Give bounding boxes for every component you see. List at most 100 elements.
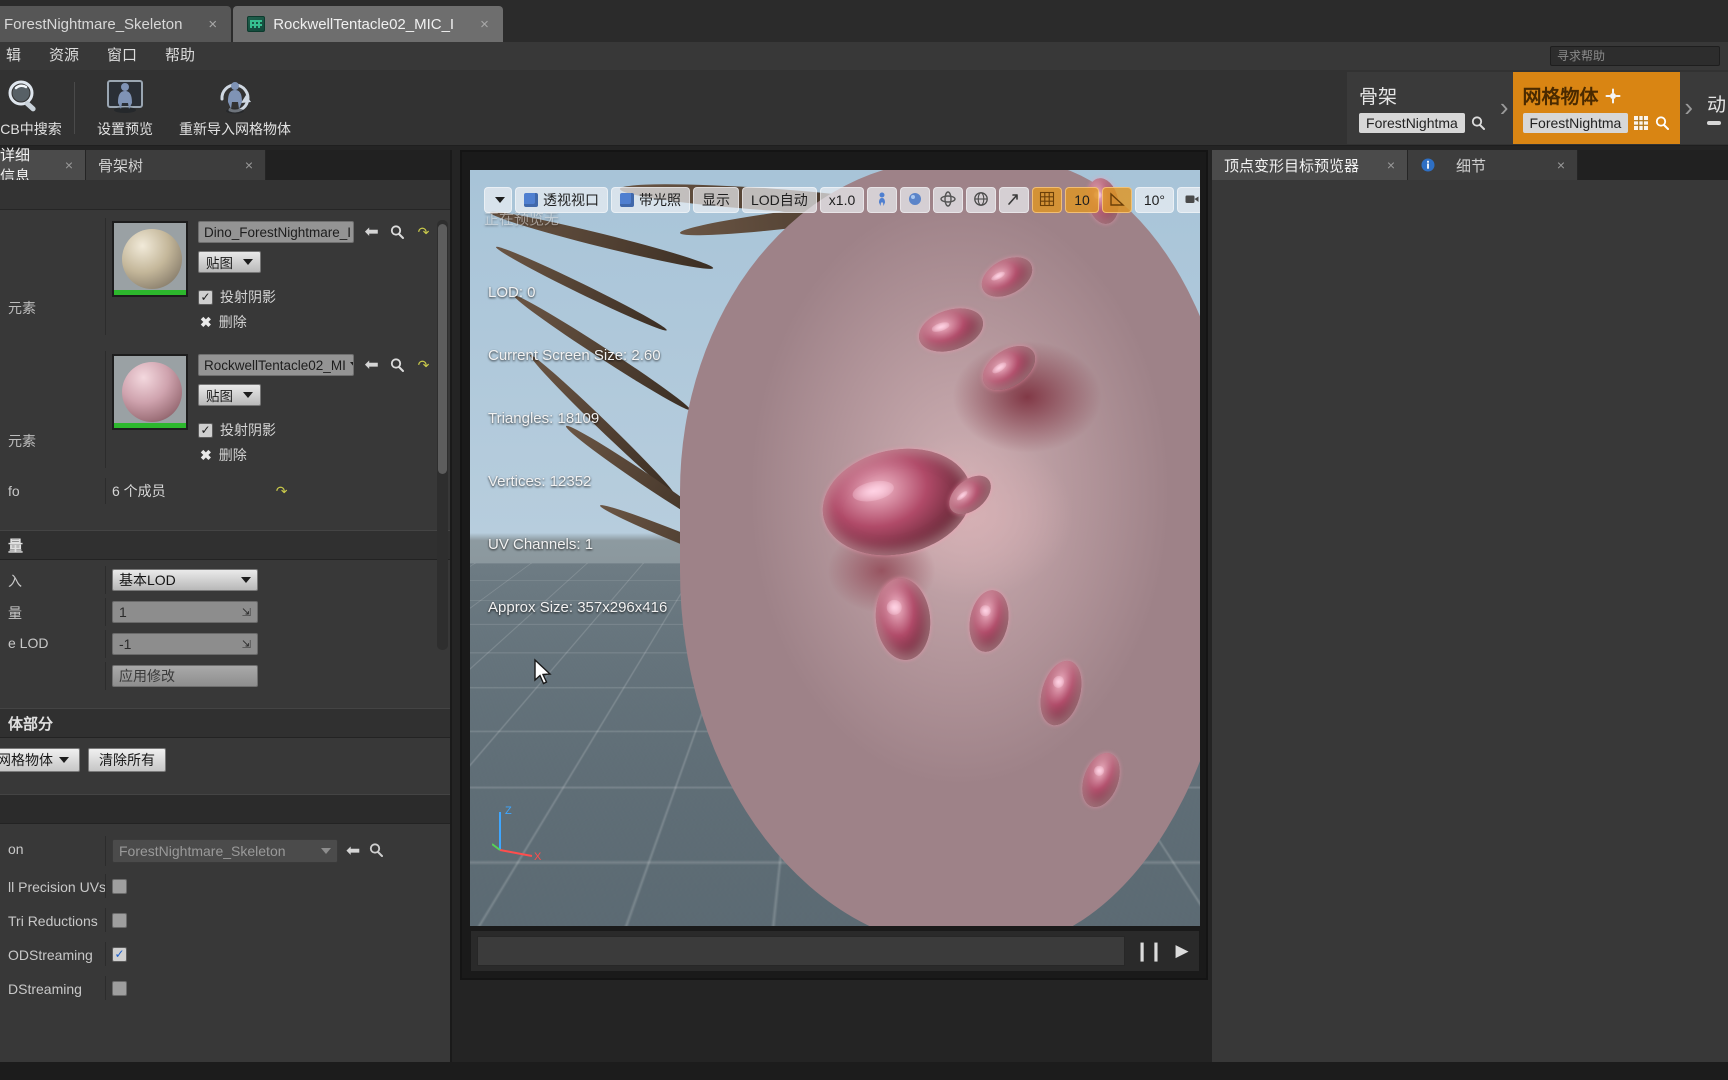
lod-count-input[interactable]: 1 ⇲ [112, 601, 258, 623]
lod-auto-button[interactable]: LOD自动 [742, 187, 817, 213]
toolbar-group-asset: 在CB中搜索 设置预览 [0, 72, 299, 144]
clear-all-button[interactable]: 清除所有 [88, 748, 166, 772]
find-in-cb-button[interactable]: 在CB中搜索 [0, 72, 70, 144]
reset-to-default-icon[interactable]: ↷ [418, 357, 430, 373]
pause-button[interactable]: ❙❙ [1131, 930, 1165, 972]
set-preview-button[interactable]: 设置预览 [79, 72, 171, 144]
menu-item-help[interactable]: 帮助 [151, 42, 209, 70]
close-icon[interactable]: × [65, 157, 73, 173]
material-thumbnail-flesh[interactable] [112, 354, 188, 430]
viewport-3d-canvas[interactable]: 透视视口 带光照 显示 LOD自动 x1.0 10 10° 正在预览无 LOD:… [470, 170, 1200, 926]
browse-asset-icon[interactable] [368, 842, 384, 860]
creature-pod [975, 249, 1039, 305]
close-icon[interactable]: × [480, 16, 489, 33]
menu-item-window[interactable]: 窗口 [93, 42, 151, 70]
browse-asset-icon[interactable] [389, 224, 409, 241]
breadcrumb-item-skeleton[interactable]: 骨架 ForestNightma [1349, 72, 1496, 144]
min-lod-value: -1 ⇲ [105, 630, 450, 658]
d-streaming-checkbox[interactable]: ✓ [112, 980, 127, 996]
tab-morph-target-previewer[interactable]: 顶点变形目标预览器 × [1212, 150, 1408, 180]
use-selected-asset-icon[interactable]: ⬅ [364, 355, 378, 374]
angle-snap-value[interactable]: 10° [1134, 187, 1175, 213]
skeleton-asset-field[interactable]: ForestNightmare_Skeleton [112, 839, 338, 863]
main-toolbar: 在CB中搜索 设置预览 [0, 70, 1728, 146]
texture-button-label: 贴图 [206, 256, 233, 271]
texture-browse-button-1[interactable]: 贴图 [198, 384, 261, 406]
lod-streaming-checkbox[interactable]: ✓ [112, 946, 127, 962]
lod-count-value: 1 ⇲ [105, 598, 450, 626]
creature-pod [974, 336, 1044, 400]
character-preview-button[interactable] [867, 187, 898, 213]
breadcrumb-item-mesh[interactable]: 网格物体 ForestNightma [1512, 71, 1681, 144]
tab-details[interactable]: 详细信息 × [0, 147, 86, 185]
transform-button[interactable] [999, 187, 1030, 213]
reimport-mesh-button[interactable]: 重新导入网格物体 [171, 72, 299, 144]
menu-item-edit[interactable]: 辑 [0, 42, 35, 70]
material-asset-combo-0[interactable]: Dino_ForestNightmare_I [198, 221, 354, 243]
texture-browse-button-0[interactable]: 贴图 [198, 251, 261, 273]
window-tab-rockwelltentacle02-mic[interactable]: RockwellTentacle02_MIC_I × [233, 6, 503, 42]
animation-scrubber[interactable] [477, 936, 1125, 966]
tab-label: 骨架树 [98, 157, 144, 175]
delete-label[interactable]: 删除 [219, 445, 247, 465]
search-icon[interactable] [1470, 115, 1486, 131]
scrollbar-thumb[interactable] [438, 224, 447, 474]
play-button[interactable]: ▶ [1165, 930, 1199, 972]
delete-label[interactable]: 删除 [219, 312, 247, 332]
close-icon[interactable]: × [1387, 157, 1395, 173]
min-lod-input[interactable]: -1 ⇲ [112, 633, 258, 655]
window-tab-forestnightmare-skeleton[interactable]: ForestNightmare_Skeleton × [0, 6, 232, 42]
breadcrumb-item-animation[interactable]: 动 [1697, 72, 1726, 144]
material-thumbnail-bone[interactable] [112, 221, 188, 297]
world-button[interactable] [966, 187, 997, 213]
show-menu-button[interactable]: 显示 [693, 187, 739, 213]
tab-details-right[interactable]: 细节 × [1408, 150, 1578, 180]
close-icon[interactable]: × [1557, 157, 1565, 173]
apply-changes-button[interactable]: 应用修改 [112, 665, 258, 687]
view-mode-perspective-button[interactable]: 透视视口 [515, 187, 608, 213]
tab-skeleton-tree[interactable]: 骨架树 × [86, 150, 266, 180]
asterisk-icon [1605, 88, 1621, 104]
reset-to-default-icon[interactable]: ↷ [418, 224, 430, 240]
viewport-options-menu[interactable] [484, 187, 512, 213]
section-header-body-parts[interactable]: 体部分 [0, 708, 450, 738]
unreal-skeletal-mesh-editor: ForestNightmare_Skeleton × RockwellTenta… [0, 0, 1728, 1080]
playback-speed-button[interactable]: x1.0 [819, 187, 865, 213]
cast-shadow-checkbox-0[interactable]: ✓ [198, 289, 213, 305]
angle-snap-toggle[interactable] [1101, 187, 1132, 213]
morph-target-previewer-body[interactable] [1212, 180, 1728, 1080]
grid-icon[interactable] [1633, 115, 1649, 131]
tri-reductions-checkbox[interactable]: ✓ [112, 912, 127, 928]
creature-mesh [680, 170, 1200, 926]
precision-uvs-checkbox[interactable]: ✓ [112, 878, 127, 894]
details-search-row[interactable] [0, 180, 450, 210]
delete-icon[interactable]: ✖ [200, 447, 212, 464]
close-icon[interactable]: × [245, 157, 253, 173]
section-header-import[interactable] [0, 794, 450, 824]
material-asset-combo-1[interactable]: RockwellTentacle02_MI [198, 354, 354, 376]
grid-snap-toggle[interactable] [1032, 187, 1063, 213]
details-scrollbar[interactable] [437, 220, 448, 650]
reset-to-default-icon[interactable]: ↷ [276, 483, 288, 500]
spinner-icon[interactable]: ⇲ [242, 606, 251, 619]
close-icon[interactable]: × [208, 16, 217, 33]
use-selected-asset-icon[interactable]: ⬅ [346, 841, 360, 861]
mesh-dropdown-button[interactable]: 网格物体 [0, 748, 80, 772]
base-lod-dropdown[interactable]: 基本LOD [112, 569, 258, 591]
lighting-preview-button[interactable] [900, 187, 931, 213]
spinner-icon[interactable]: ⇲ [242, 638, 251, 651]
delete-icon[interactable]: ✖ [200, 314, 212, 331]
physics-button[interactable] [933, 187, 964, 213]
search-icon[interactable] [1654, 115, 1670, 131]
section-header-lod[interactable]: 量 [0, 530, 450, 560]
camera-speed-button[interactable] [1177, 187, 1200, 213]
menu-item-assets[interactable]: 资源 [35, 42, 93, 70]
members-value: 6 个成员 ↷ [105, 478, 450, 504]
view-mode-lit-button[interactable]: 带光照 [611, 187, 690, 213]
help-search-input[interactable]: 寻求帮助 [1550, 46, 1720, 66]
use-selected-asset-icon[interactable]: ⬅ [364, 222, 378, 241]
grid-snap-value[interactable]: 10 [1065, 187, 1099, 213]
lod-auto-label: LOD自动 [751, 192, 808, 208]
cast-shadow-checkbox-1[interactable]: ✓ [198, 422, 213, 438]
browse-asset-icon[interactable] [389, 357, 409, 374]
